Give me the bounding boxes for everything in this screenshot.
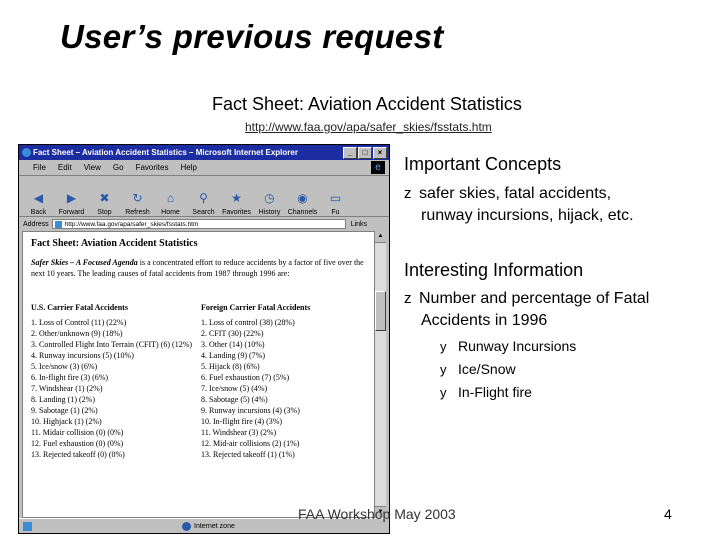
scroll-up-icon[interactable]: ▲ xyxy=(375,231,386,243)
browser-titlebar: Fact Sheet – Aviation Accident Statistic… xyxy=(19,145,389,160)
forward-button[interactable]: ▶ Forward xyxy=(56,178,87,216)
ie-icon xyxy=(22,148,31,157)
address-label: Address xyxy=(23,220,49,228)
list-item: 4. Landing (9) (7%) xyxy=(201,351,265,360)
intro-bold[interactable]: Safer Skies – A Focused Agenda xyxy=(31,258,138,267)
list-item: 4. Runway incursions (5) (10%) xyxy=(31,351,134,360)
search-icon: ⚲ xyxy=(199,191,208,205)
list-item: 1. Loss of Control (11) (22%) xyxy=(31,318,127,327)
address-bar: Address http://www.faa.gov/apa/safer_ski… xyxy=(19,217,389,231)
important-concepts-bullet: z safer skies, fatal accidents, runway in… xyxy=(404,185,634,224)
status-text: Internet zone xyxy=(194,522,235,530)
list-item: y Ice/Snow xyxy=(440,358,576,381)
page-intro: Safer Skies – A Focused Agenda is a conc… xyxy=(31,257,367,279)
list-item: 3. Controlled Flight Into Terrain (CFIT)… xyxy=(31,340,193,349)
list-item: 6. Fuel exhaustion (7) (5%) xyxy=(201,373,290,382)
list-item: 7. Windshear (1) (2%) xyxy=(31,384,103,393)
refresh-icon: ↻ xyxy=(132,191,143,205)
stop-icon: ✖ xyxy=(99,191,110,205)
list-item: 13. Rejected takeoff (1) (1%) xyxy=(201,450,295,459)
list-item: 13. Rejected takeoff (0) (0%) xyxy=(31,450,125,459)
interesting-information-heading: Interesting Information xyxy=(404,260,584,280)
scroll-thumb[interactable] xyxy=(375,291,386,331)
channels-icon: ◉ xyxy=(297,191,308,205)
slide-footer: FAA Workshop May 2003 xyxy=(298,506,456,522)
list-item: 2. CFIT (30) (22%) xyxy=(201,329,264,338)
links-button[interactable]: Links xyxy=(351,221,367,228)
slide-title: User’s previous request xyxy=(60,18,444,55)
list-item: 8. Landing (1) (2%) xyxy=(31,395,95,404)
favorites-button[interactable]: ★ Favorites xyxy=(221,178,252,216)
list-item: 5. Hijack (8) (6%) xyxy=(201,362,260,371)
maximize-icon[interactable]: □ xyxy=(358,147,372,159)
list-item: 1. Loss of control (38) (28%) xyxy=(201,318,295,327)
refresh-button[interactable]: ↻ Refresh xyxy=(122,178,153,216)
back-arrow-icon: ◀ xyxy=(33,191,44,205)
vertical-scrollbar[interactable]: ▲ ▼ xyxy=(374,231,386,518)
list-item: 5. Ice/snow (3) (6%) xyxy=(31,362,98,371)
browser-window: Fact Sheet – Aviation Accident Statistic… xyxy=(18,144,390,534)
fact-sheet-title: Fact Sheet: Aviation Accident Statistics xyxy=(212,94,522,114)
back-button[interactable]: ◀ Back xyxy=(23,178,54,216)
foreign-carrier-column: Foreign Carrier Fatal Accidents 1. Loss … xyxy=(201,302,371,460)
internet-zone-icon xyxy=(182,521,191,531)
list-item: 10. In-flight fire (4) (3%) xyxy=(201,417,283,426)
ie-logo-icon: e xyxy=(371,161,385,174)
menu-go[interactable]: Go xyxy=(113,163,124,172)
list-item: 7. Ice/snow (5) (4%) xyxy=(201,384,268,393)
us-carrier-header: U.S. Carrier Fatal Accidents xyxy=(31,303,128,312)
important-concepts-heading: Important Concepts xyxy=(404,154,562,174)
toolbar: ◀ Back ▶ Forward ✖ Stop ↻ Refresh ⌂ Home ⚲ Sea… xyxy=(19,176,389,217)
history-button[interactable]: ◷ History xyxy=(254,178,285,216)
list-item: 12. Fuel exhaustion (0) (0%) xyxy=(31,439,124,448)
channels-button[interactable]: ◉ Channels xyxy=(287,178,318,216)
list-item: 10. Highjack (1) (2%) xyxy=(31,417,102,426)
list-item: 11. Midair collision (0) (0%) xyxy=(31,428,124,437)
list-item: 9. Sabotage (1) (2%) xyxy=(31,406,98,415)
bullet-y-icon: y xyxy=(440,362,447,377)
close-icon[interactable]: × xyxy=(373,147,387,159)
bullet-z-icon: z xyxy=(404,185,412,202)
history-icon: ◷ xyxy=(264,191,275,205)
fullscreen-icon: ▭ xyxy=(329,191,342,205)
fullscreen-button[interactable]: ▭ Fu xyxy=(320,178,351,216)
list-item: 6. In-flight fire (3) (6%) xyxy=(31,373,109,382)
sub-bullet-list: y Runway Incursions y Ice/Snow y In-Flight … xyxy=(440,335,576,404)
list-item: y Runway Incursions xyxy=(440,335,576,358)
menu-view[interactable]: View xyxy=(84,163,101,172)
list-item: 11. Windshear (3) (2%) xyxy=(201,428,277,437)
forward-arrow-icon: ▶ xyxy=(66,191,77,205)
minimize-icon[interactable]: _ xyxy=(343,147,357,159)
window-title: Fact Sheet – Aviation Accident Statistic… xyxy=(33,148,298,157)
page-number: 4 xyxy=(664,506,672,522)
page-heading: Fact Sheet: Aviation Accident Statistics xyxy=(31,238,198,249)
home-icon: ⌂ xyxy=(166,191,175,205)
list-item: 2. Other/unknown (9) (18%) xyxy=(31,329,123,338)
us-carrier-column: U.S. Carrier Fatal Accidents 1. Loss of … xyxy=(31,302,201,460)
home-button[interactable]: ⌂ Home xyxy=(155,178,186,216)
interesting-information-bullet: z Number and percentage of Fatal Accident… xyxy=(404,290,650,329)
foreign-carrier-header: Foreign Carrier Fatal Accidents xyxy=(201,303,311,312)
bullet-y-icon: y xyxy=(440,339,447,354)
bullet-y-icon: y xyxy=(440,385,447,400)
search-button[interactable]: ⚲ Search xyxy=(188,178,219,216)
list-item: 12. Mid-air collisions (2) (1%) xyxy=(201,439,300,448)
favorites-icon: ★ xyxy=(231,191,242,205)
page-content: Fact Sheet: Aviation Accident Statistics… xyxy=(22,231,376,518)
address-input[interactable]: http://www.faa.gov/apa/safer_skies/fssta… xyxy=(51,219,346,229)
list-item: 9. Runway incursions (4) (3%) xyxy=(201,406,300,415)
menu-bar: File Edit View Go Favorites Help e xyxy=(19,160,389,176)
list-item: 3. Other (14) (10%) xyxy=(201,340,265,349)
menu-favorites[interactable]: Favorites xyxy=(136,163,169,172)
page-status-icon xyxy=(23,521,32,531)
menu-file[interactable]: File xyxy=(33,163,46,172)
list-item: 8. Sabotage (5) (4%) xyxy=(201,395,268,404)
stop-button[interactable]: ✖ Stop xyxy=(89,178,120,216)
bullet-z-icon: z xyxy=(404,290,412,307)
menu-edit[interactable]: Edit xyxy=(58,163,72,172)
list-item: y In-Flight fire xyxy=(440,381,576,404)
menu-help[interactable]: Help xyxy=(180,163,196,172)
fact-sheet-url[interactable]: http://www.faa.gov/apa/safer_skies/fssta… xyxy=(245,120,492,134)
